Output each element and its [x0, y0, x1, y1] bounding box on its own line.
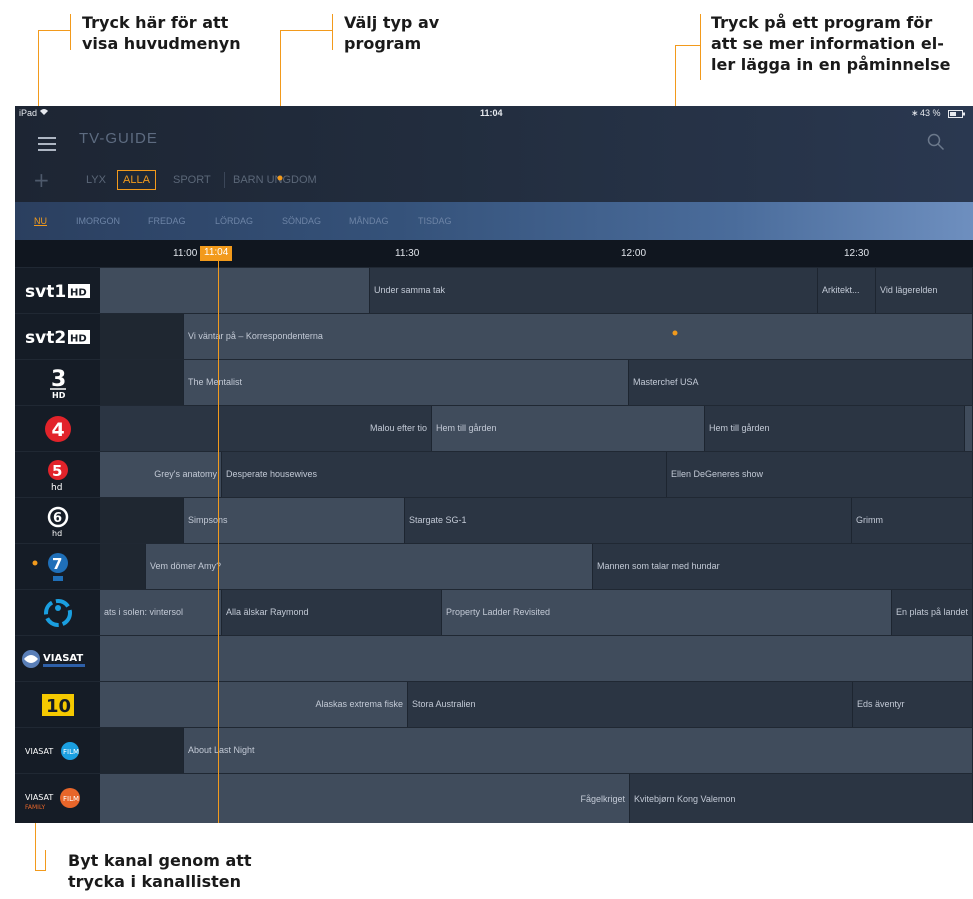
annotation-dots — [32, 175, 678, 566]
